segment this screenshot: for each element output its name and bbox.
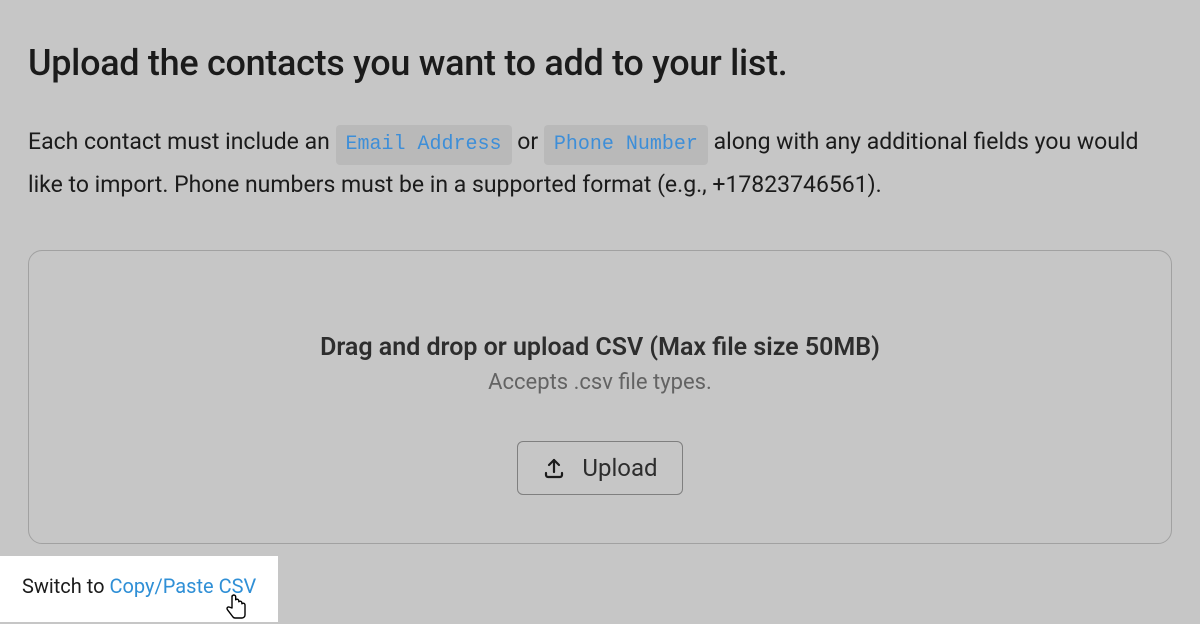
- dropzone-headline: Drag and drop or upload CSV (Max file si…: [49, 333, 1151, 362]
- switch-prefix: Switch to: [22, 574, 109, 598]
- upload-description: Each contact must include an Email Addre…: [28, 122, 1172, 204]
- file-dropzone[interactable]: Drag and drop or upload CSV (Max file si…: [28, 250, 1172, 544]
- phone-number-chip: Phone Number: [544, 125, 708, 165]
- description-text-or: or: [517, 128, 544, 155]
- page-title: Upload the contacts you want to add to y…: [28, 42, 1172, 84]
- upload-button-label: Upload: [582, 454, 657, 482]
- upload-icon: [542, 456, 566, 480]
- description-text-1: Each contact must include an: [28, 128, 336, 155]
- email-address-chip: Email Address: [336, 125, 512, 165]
- pointer-cursor-icon: [223, 592, 249, 620]
- dropzone-accepts: Accepts .csv file types.: [49, 370, 1151, 395]
- upload-button[interactable]: Upload: [517, 441, 682, 495]
